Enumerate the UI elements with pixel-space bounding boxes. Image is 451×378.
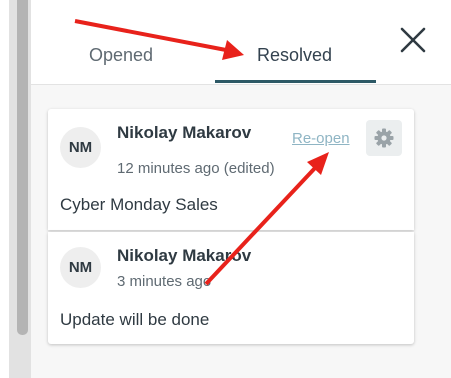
active-tab-indicator	[215, 80, 376, 83]
comment-timestamp: 12 minutes ago (edited)	[117, 160, 275, 177]
avatar: NM	[60, 127, 101, 168]
avatar: NM	[60, 247, 101, 288]
settings-button[interactable]	[366, 120, 402, 156]
comment-text: Cyber Monday Sales	[60, 195, 218, 214]
close-button[interactable]	[399, 26, 427, 54]
comment-timestamp: 3 minutes ago	[117, 273, 212, 290]
tab-bar: Opened Resolved	[31, 0, 451, 85]
comment-author: Nikolay Makarov	[117, 246, 252, 265]
tab-resolved[interactable]: Resolved	[257, 45, 332, 66]
comment-card: NM Nikolay Makarov 12 minutes ago (edite…	[48, 109, 414, 230]
comments-panel: Opened Resolved NM Nikolay Makarov 12 mi…	[31, 0, 451, 378]
left-edge	[0, 0, 9, 378]
gear-icon	[374, 128, 394, 148]
tab-opened[interactable]: Opened	[89, 45, 153, 66]
scrollbar-thumb[interactable]	[17, 0, 28, 335]
comment-card: NM Nikolay Makarov 3 minutes ago Update …	[48, 232, 414, 344]
comment-author: Nikolay Makarov	[117, 123, 252, 142]
close-icon	[400, 27, 426, 53]
reopen-link[interactable]: Re-open	[292, 130, 350, 147]
comment-text: Update will be done	[60, 310, 210, 329]
